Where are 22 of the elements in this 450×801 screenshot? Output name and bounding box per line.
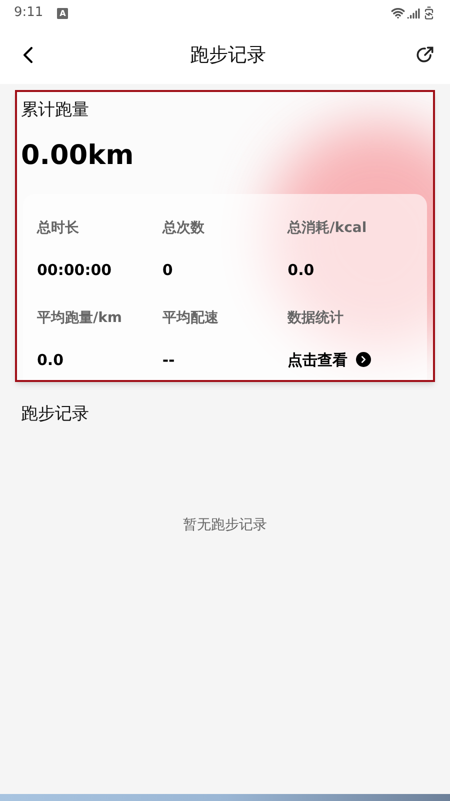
status-time: 9:11 [14, 4, 44, 22]
page-title: 跑步记录 [189, 42, 267, 68]
total-distance: 0.00km [21, 138, 135, 172]
wifi-icon [391, 6, 405, 20]
stat-value: 00:00:00 [37, 260, 113, 281]
stat-label: 总时长 [37, 219, 80, 238]
stat-value: -- [162, 350, 176, 370]
battery-icon [422, 6, 436, 20]
signal-icon [407, 6, 420, 20]
view-link[interactable]: 点击查看 [288, 348, 413, 371]
notification-icon: A [57, 8, 68, 18]
stat-value: 0 [162, 260, 174, 281]
stat-label: 数据统计 [288, 308, 345, 328]
summary-title: 累计跑量 [21, 99, 90, 122]
stat-value: 0.0 [288, 260, 316, 281]
stat-label: 总消耗/kcal [288, 219, 368, 238]
section-title: 跑步记录 [20, 403, 90, 426]
stat-label: 总次数 [162, 219, 206, 238]
empty-message: 暂无跑步记录 [183, 516, 267, 536]
stat-label: 平均配速 [162, 308, 220, 328]
stat-value: 0.0 [37, 350, 65, 370]
stat-label: 平均跑量/km [37, 308, 124, 328]
